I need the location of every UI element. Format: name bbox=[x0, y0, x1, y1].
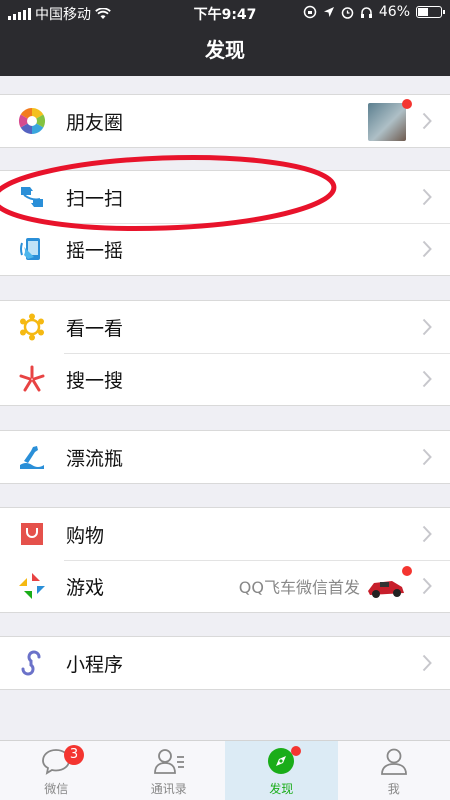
top-stories-icon bbox=[20, 313, 44, 341]
scan-label: 扫一扫 bbox=[66, 187, 124, 210]
scan-icon bbox=[21, 187, 43, 207]
tab-me[interactable]: 我 bbox=[338, 741, 450, 800]
shopping-label: 购物 bbox=[66, 524, 105, 547]
chevron-right-icon bbox=[422, 370, 432, 388]
stories-search-group: 看一看 搜一搜 bbox=[0, 300, 450, 406]
rotation-lock-icon bbox=[303, 5, 317, 19]
chevron-right-icon bbox=[422, 318, 432, 336]
games-promo-text: QQ飞车微信首发 bbox=[238, 578, 360, 597]
contacts-icon bbox=[153, 749, 184, 774]
search-row[interactable]: 搜一搜 bbox=[0, 353, 450, 405]
race-car-thumbnail bbox=[368, 581, 404, 598]
mini-programs-label: 小程序 bbox=[66, 653, 124, 676]
battery-level bbox=[418, 8, 428, 16]
tab-chats[interactable]: 3 微信 bbox=[0, 741, 113, 800]
tab-bar: 3 微信 通讯录 发现 我 bbox=[0, 740, 450, 800]
chevron-right-icon bbox=[422, 525, 432, 543]
battery-percent: 46% bbox=[378, 4, 410, 20]
scan-shake-group: 扫一扫 摇一摇 bbox=[0, 170, 450, 276]
moments-icon bbox=[18, 107, 46, 135]
battery-icon bbox=[416, 6, 445, 18]
discover-new-dot bbox=[291, 746, 301, 756]
chevron-right-icon bbox=[422, 654, 432, 672]
drift-bottle-row[interactable]: 漂流瓶 bbox=[0, 431, 450, 483]
tab-chats-label: 微信 bbox=[44, 782, 69, 796]
chevron-right-icon bbox=[422, 112, 432, 130]
games-row[interactable]: 游戏 QQ飞车微信首发 bbox=[0, 560, 450, 612]
shopping-icon bbox=[21, 523, 43, 545]
moments-new-dot bbox=[402, 99, 412, 109]
page-title: 发现 bbox=[0, 26, 450, 76]
chevron-right-icon bbox=[422, 577, 432, 595]
moments-label: 朋友圈 bbox=[66, 111, 124, 134]
shake-icon bbox=[20, 238, 40, 260]
top-stories-row[interactable]: 看一看 bbox=[0, 301, 450, 353]
drift-bottle-label: 漂流瓶 bbox=[66, 447, 124, 470]
search-icon bbox=[19, 365, 45, 392]
chevron-right-icon bbox=[422, 188, 432, 206]
chevron-right-icon bbox=[422, 448, 432, 466]
moments-update-thumbnail bbox=[368, 103, 406, 141]
scan-row[interactable]: 扫一扫 bbox=[0, 171, 450, 223]
mini-programs-row[interactable]: 小程序 bbox=[0, 637, 450, 689]
games-icon bbox=[19, 573, 45, 599]
chevron-right-icon bbox=[422, 240, 432, 258]
unread-badge: 3 bbox=[64, 745, 84, 765]
shake-row[interactable]: 摇一摇 bbox=[0, 223, 450, 275]
mini-programs-icon bbox=[21, 650, 41, 676]
status-bar: 中国移动 下午9:47 46% bbox=[0, 0, 450, 26]
mini-programs-group: 小程序 bbox=[0, 636, 450, 690]
location-icon bbox=[323, 7, 334, 17]
moments-group: 朋友圈 bbox=[0, 94, 450, 148]
headphones-icon bbox=[360, 6, 372, 18]
shopping-row[interactable]: 购物 bbox=[0, 508, 450, 560]
alarm-icon bbox=[341, 6, 354, 19]
games-label: 游戏 bbox=[66, 576, 105, 599]
me-icon bbox=[380, 748, 407, 775]
tab-contacts-label: 通讯录 bbox=[150, 782, 187, 796]
shake-label: 摇一摇 bbox=[66, 239, 124, 262]
tab-contacts[interactable]: 通讯录 bbox=[113, 741, 226, 800]
games-new-dot bbox=[402, 566, 412, 576]
search-label: 搜一搜 bbox=[66, 369, 124, 392]
tab-discover[interactable]: 发现 bbox=[225, 741, 338, 800]
tab-discover-label: 发现 bbox=[269, 782, 294, 796]
top-stories-label: 看一看 bbox=[66, 317, 124, 340]
drift-bottle-icon bbox=[20, 446, 44, 469]
moments-row[interactable]: 朋友圈 bbox=[0, 95, 450, 147]
drift-bottle-group: 漂流瓶 bbox=[0, 430, 450, 484]
shopping-games-group: 购物 游戏 QQ飞车微信首发 bbox=[0, 507, 450, 613]
tab-me-label: 我 bbox=[387, 782, 400, 796]
